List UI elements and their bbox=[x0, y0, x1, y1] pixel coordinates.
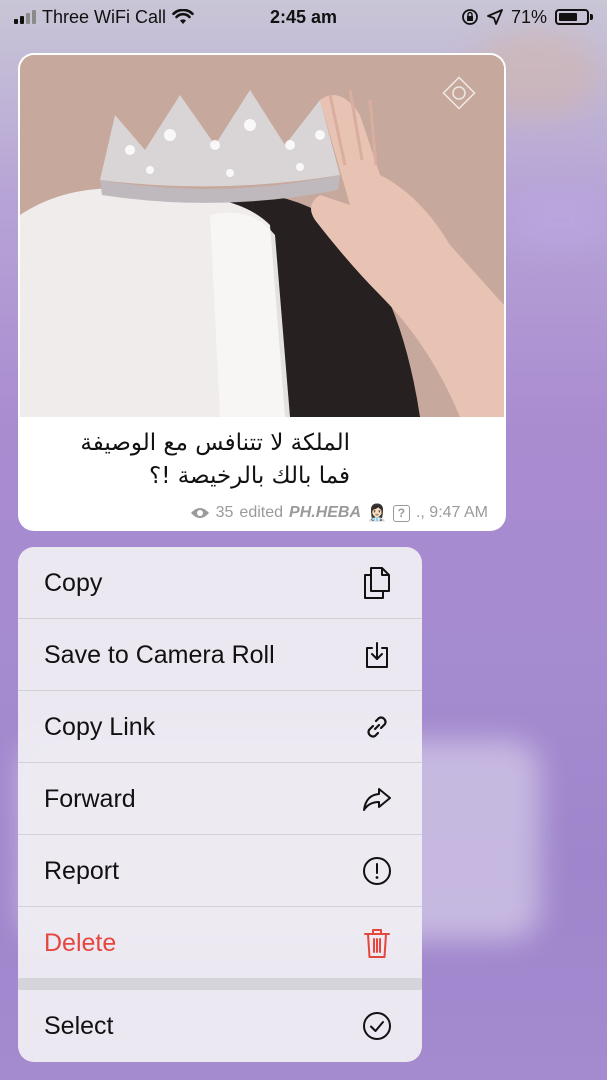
menu-item-label: Select bbox=[44, 1011, 114, 1040]
menu-item-label: Copy Link bbox=[44, 712, 156, 741]
edited-label: edited bbox=[239, 504, 284, 521]
menu-item-copy-link[interactable]: Copy Link bbox=[18, 691, 422, 763]
check-circle-icon bbox=[360, 1009, 394, 1043]
context-menu: Copy Save to Camera Roll Copy Link Forwa… bbox=[18, 547, 422, 1062]
rotation-lock-icon bbox=[462, 9, 478, 25]
menu-item-label: Forward bbox=[44, 784, 136, 813]
message-bubble[interactable]: الملكة لا تتنافس مع الوصيفة فما بالك بال… bbox=[18, 53, 506, 531]
eye-icon bbox=[190, 508, 209, 518]
question-box-icon: ? bbox=[392, 504, 410, 522]
menu-item-label: Report bbox=[44, 856, 120, 885]
download-icon bbox=[360, 638, 394, 672]
menu-item-save-to-camera-roll[interactable]: Save to Camera Roll bbox=[18, 619, 422, 691]
status-left: Three WiFi Call bbox=[14, 7, 194, 28]
author-emoji: 👩🏻‍⚕️ bbox=[367, 505, 387, 522]
exclamation-circle-icon bbox=[360, 854, 394, 888]
carrier-label: Three WiFi Call bbox=[42, 6, 167, 27]
status-right: 71% bbox=[461, 7, 593, 28]
forward-icon bbox=[360, 782, 394, 816]
message-caption: الملكة لا تتنافس مع الوصيفة فما بالك بال… bbox=[18, 427, 506, 493]
message-photo[interactable] bbox=[20, 55, 504, 417]
menu-item-forward[interactable]: Forward bbox=[18, 763, 422, 835]
menu-item-report[interactable]: Report bbox=[18, 835, 422, 907]
menu-item-delete[interactable]: Delete bbox=[18, 907, 422, 979]
message-time: ., 9:47 AM bbox=[415, 504, 488, 521]
trash-icon bbox=[360, 926, 394, 960]
view-count: 35 bbox=[215, 504, 234, 521]
message-meta: 35 edited PH.HEBA 👩🏻‍⚕️ ? ., 9:47 AM bbox=[190, 503, 488, 523]
location-arrow-icon bbox=[487, 9, 503, 25]
menu-item-label: Save to Camera Roll bbox=[44, 640, 275, 669]
battery-icon bbox=[555, 9, 593, 25]
caption-line-2: فما بالك بالرخيصة !؟ bbox=[148, 463, 350, 489]
caption-line-1: الملكة لا تتنافس مع الوصيفة bbox=[80, 430, 350, 456]
blurred-bubble bbox=[510, 190, 607, 250]
menu-section-gap bbox=[18, 978, 422, 990]
menu-item-select[interactable]: Select bbox=[18, 990, 422, 1062]
link-icon bbox=[360, 710, 394, 744]
menu-item-copy[interactable]: Copy bbox=[18, 547, 422, 619]
author-name: PH.HEBA bbox=[289, 504, 362, 521]
copy-icon bbox=[360, 566, 394, 600]
battery-percent: 71% bbox=[510, 6, 547, 27]
wifi-icon bbox=[172, 9, 194, 24]
menu-item-label: Delete bbox=[44, 928, 117, 957]
signal-icon bbox=[14, 10, 36, 24]
menu-item-label: Copy bbox=[44, 568, 103, 597]
status-bar: Three WiFi Call 2:45 am 71% bbox=[0, 0, 607, 34]
